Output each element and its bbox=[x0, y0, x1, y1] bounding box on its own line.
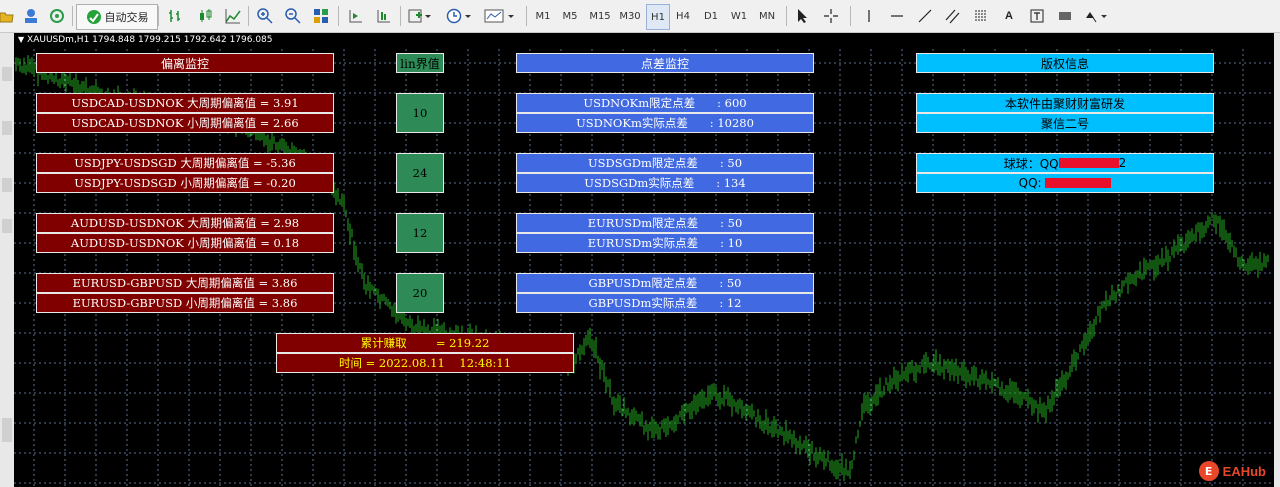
timeframe-m15-button[interactable]: M15 bbox=[586, 4, 614, 28]
chart-menu-icon[interactable]: ▼ bbox=[18, 35, 24, 44]
zoom-out-icon[interactable] bbox=[282, 4, 304, 28]
qq-group-tail: 2 bbox=[1118, 156, 1127, 170]
deviation-small-3: AUDUSD-USDNOK 小周期偏离值 = 0.18 bbox=[36, 233, 334, 253]
copyright-header: 版权信息 bbox=[916, 53, 1214, 73]
watermark: E EAHub bbox=[1198, 461, 1266, 481]
current-time: 时间 = 2022.08.11 12:48:11 bbox=[276, 353, 574, 373]
timeframe-h1-button[interactable]: H1 bbox=[646, 4, 670, 30]
copyright-line-1: 本软件由聚财财富研发 bbox=[916, 93, 1214, 113]
deviation-small-2: USDJPY-USDSGD 小周期偏离值 = -0.20 bbox=[36, 173, 334, 193]
vertical-line-icon[interactable] bbox=[858, 4, 880, 28]
toolbar: 自动交易 M1 M5 M15 M30 H1 H4 D1 W1 MN A bbox=[0, 0, 1280, 33]
rectangle-icon[interactable] bbox=[1054, 4, 1076, 28]
signal-icon[interactable] bbox=[46, 4, 68, 28]
spread-actual-3: EURUSDm实际点差 : 10 bbox=[516, 233, 814, 253]
cursor-icon[interactable] bbox=[792, 4, 814, 28]
threshold-value-4: 20 bbox=[396, 273, 444, 313]
total-profit: 累计赚取 = 219.22 bbox=[276, 333, 574, 353]
fibonacci-icon[interactable] bbox=[970, 4, 992, 28]
copyright-qq: QQ: bbox=[916, 173, 1214, 193]
threshold-value-3: 12 bbox=[396, 213, 444, 253]
spread-actual-2: USDSGDm实际点差 : 134 bbox=[516, 173, 814, 193]
timeframe-d1-button[interactable]: D1 bbox=[700, 4, 722, 28]
deviation-big-1: USDCAD-USDNOK 大周期偏离值 = 3.91 bbox=[36, 93, 334, 113]
auto-trade-label: 自动交易 bbox=[104, 11, 149, 24]
qq-label: QQ: bbox=[1018, 176, 1046, 190]
open-folder-icon[interactable] bbox=[0, 4, 14, 28]
text-tool-button[interactable]: A bbox=[998, 4, 1020, 28]
copyright-qq-group: 球球：QQ 2 bbox=[916, 153, 1214, 173]
deviation-big-3: AUDUSD-USDNOK 大周期偏离值 = 2.98 bbox=[36, 213, 334, 233]
spread-limit-3: EURUSDm限定点差 : 50 bbox=[516, 213, 814, 233]
text-label-icon[interactable] bbox=[1026, 4, 1048, 28]
candlestick-icon[interactable] bbox=[194, 4, 216, 28]
right-scroll-strip[interactable] bbox=[1274, 33, 1280, 487]
redaction-mark bbox=[1045, 178, 1112, 188]
symbol-label: XAUUSDm,H1 1794.848 1799.215 1792.642 17… bbox=[27, 35, 273, 45]
eahub-logo-icon: E bbox=[1198, 461, 1219, 481]
watermark-text: EAHub bbox=[1222, 463, 1266, 479]
zoom-in-icon[interactable] bbox=[254, 4, 276, 28]
threshold-value-2: 24 bbox=[396, 153, 444, 193]
threshold-header: lin界值 bbox=[396, 53, 444, 73]
periods-icon[interactable] bbox=[444, 4, 474, 28]
auto-trade-icon bbox=[86, 10, 101, 24]
templates-icon[interactable] bbox=[482, 4, 518, 28]
deviation-small-1: USDCAD-USDNOK 小周期偏离值 = 2.66 bbox=[36, 113, 334, 133]
chart-header: ▼ XAUUSDm,H1 1794.848 1799.215 1792.642 … bbox=[18, 35, 273, 45]
horizontal-line-icon[interactable] bbox=[886, 4, 908, 28]
crosshair-icon[interactable] bbox=[820, 4, 842, 28]
spread-limit-1: USDNOKm限定点差 : 600 bbox=[516, 93, 814, 113]
chart-window[interactable]: ▼ XAUUSDm,H1 1794.848 1799.215 1792.642 … bbox=[14, 33, 1274, 487]
deviation-header: 偏离监控 bbox=[36, 53, 334, 73]
timeframe-mn-button[interactable]: MN bbox=[754, 4, 780, 28]
spread-actual-4: GBPUSDm实际点差 : 12 bbox=[516, 293, 814, 313]
arrows-icon[interactable] bbox=[1082, 4, 1112, 28]
redaction-mark bbox=[1058, 158, 1119, 168]
strip-tab[interactable] bbox=[2, 121, 12, 135]
threshold-value-1: 10 bbox=[396, 93, 444, 133]
equidistant-channel-icon[interactable] bbox=[942, 4, 964, 28]
timeframe-m5-button[interactable]: M5 bbox=[558, 4, 582, 28]
timeframe-h4-button[interactable]: H4 bbox=[672, 4, 694, 28]
bar-chart-icon[interactable] bbox=[164, 4, 186, 28]
qq-group-label: 球球：QQ bbox=[1003, 156, 1059, 171]
trendline-icon[interactable] bbox=[914, 4, 936, 28]
spread-limit-2: USDSGDm限定点差 : 50 bbox=[516, 153, 814, 173]
profile-icon[interactable] bbox=[20, 4, 42, 28]
strip-tab[interactable] bbox=[2, 418, 12, 442]
tile-windows-icon[interactable] bbox=[310, 4, 332, 28]
indicators-icon[interactable] bbox=[406, 4, 434, 28]
timeframe-w1-button[interactable]: W1 bbox=[728, 4, 750, 28]
line-chart-icon[interactable] bbox=[222, 4, 244, 28]
spread-actual-1: USDNOKm实际点差 : 10280 bbox=[516, 113, 814, 133]
deviation-big-4: EURUSD-GBPUSD 大周期偏离值 = 3.86 bbox=[36, 273, 334, 293]
strip-tab[interactable] bbox=[2, 178, 12, 192]
deviation-big-2: USDJPY-USDSGD 大周期偏离值 = -5.36 bbox=[36, 153, 334, 173]
timeframe-m30-button[interactable]: M30 bbox=[616, 4, 644, 28]
deviation-small-4: EURUSD-GBPUSD 小周期偏离值 = 3.86 bbox=[36, 293, 334, 313]
strip-tab[interactable] bbox=[2, 67, 12, 81]
spread-limit-4: GBPUSDm限定点差 : 50 bbox=[516, 273, 814, 293]
strip-tab[interactable] bbox=[2, 219, 12, 233]
auto-trade-button[interactable]: 自动交易 bbox=[76, 4, 158, 30]
spread-header: 点差监控 bbox=[516, 53, 814, 73]
copyright-line-2: 聚信二号 bbox=[916, 113, 1214, 133]
chart-shift-icon[interactable] bbox=[344, 4, 366, 28]
autoscroll-icon[interactable] bbox=[372, 4, 394, 28]
timeframe-m1-button[interactable]: M1 bbox=[532, 4, 554, 28]
left-navigator-strip bbox=[0, 33, 14, 487]
